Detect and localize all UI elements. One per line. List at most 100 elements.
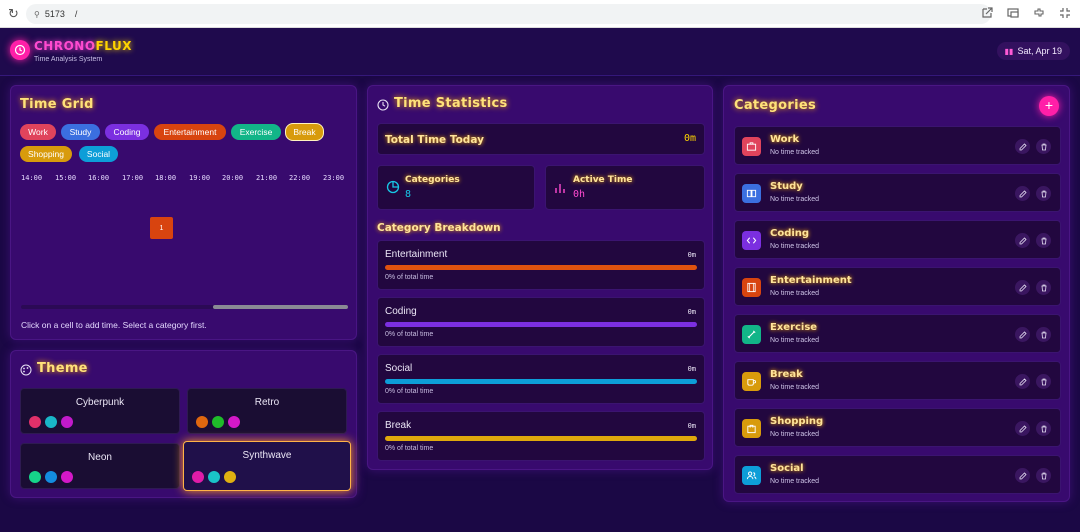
category-name: Break [770, 369, 803, 380]
add-category-button[interactable]: + [1039, 96, 1059, 116]
total-time-value: 0m [683, 133, 696, 144]
color-swatch [196, 416, 208, 428]
trash-icon[interactable] [1036, 186, 1051, 201]
time-statistics-panel: Time Statistics Total Time Today 0m Cate… [367, 85, 713, 470]
theme-option-synthwave[interactable]: Synthwave [183, 441, 351, 491]
category-status: No time tracked [770, 431, 820, 438]
edit-icon[interactable] [1015, 374, 1030, 389]
breakdown-value: 0m [687, 422, 696, 430]
app-title: CHRONOFLUX [34, 39, 132, 53]
edit-icon[interactable] [1015, 139, 1030, 154]
chip-work[interactable]: Work [20, 124, 56, 140]
palette-icon [20, 363, 32, 376]
breakdown-bar [385, 436, 697, 441]
breakdown-item-coding: Coding 0m 0% of total time [377, 297, 705, 347]
theme-option-neon[interactable]: Neon [20, 443, 180, 489]
color-swatch [192, 471, 204, 483]
edit-icon[interactable] [1015, 327, 1030, 342]
scrollbar-thumb[interactable] [213, 305, 348, 309]
extension-icon[interactable] [1032, 6, 1046, 20]
theme-swatches [29, 416, 73, 428]
trash-icon[interactable] [1036, 327, 1051, 342]
statistics-title: Time Statistics [394, 96, 508, 111]
trash-icon[interactable] [1036, 139, 1051, 154]
edit-icon[interactable] [1015, 186, 1030, 201]
trash-icon[interactable] [1036, 374, 1051, 389]
time-grid-cell[interactable]: 1 [150, 217, 173, 239]
horizontal-scrollbar[interactable] [21, 305, 348, 309]
bar-chart-icon [554, 181, 566, 193]
active-time-box: Active Time 0h [545, 165, 705, 210]
chip-entertainment[interactable]: Entertainment [154, 124, 226, 140]
breakdown-percent: 0% of total time [385, 274, 434, 281]
chip-coding[interactable]: Coding [105, 124, 149, 140]
hour-label: 16:00 [88, 174, 110, 182]
edit-icon[interactable] [1015, 280, 1030, 295]
app-subtitle: Time Analysis System [34, 56, 103, 63]
chip-exercise[interactable]: Exercise [231, 124, 281, 140]
date-text: Sat, Apr 19 [1017, 46, 1062, 56]
reload-icon[interactable]: ↻ [8, 6, 22, 21]
app-title-part1: CHRONO [34, 39, 96, 53]
category-row-coding[interactable]: Coding No time tracked [734, 220, 1061, 259]
theme-swatches [196, 416, 240, 428]
breakdown-value: 0m [687, 365, 696, 373]
address-bar[interactable]: ⚲ 5173 / [26, 4, 991, 24]
collapse-icon[interactable] [1058, 6, 1072, 20]
film-icon [742, 278, 761, 297]
category-row-study[interactable]: Study No time tracked [734, 173, 1061, 212]
theme-name: Retro [254, 397, 280, 408]
breakdown-percent: 0% of total time [385, 445, 434, 452]
category-row-break[interactable]: Break No time tracked [734, 361, 1061, 400]
trash-icon[interactable] [1036, 233, 1051, 248]
cast-icon[interactable] [1006, 6, 1020, 20]
edit-icon[interactable] [1015, 421, 1030, 436]
hour-label: 21:00 [256, 174, 278, 182]
chip-study[interactable]: Study [61, 124, 100, 140]
trash-icon[interactable] [1036, 421, 1051, 436]
edit-icon[interactable] [1015, 468, 1030, 483]
app-title-part2: FLUX [95, 39, 132, 53]
category-row-work[interactable]: Work No time tracked [734, 126, 1061, 165]
breakdown-value: 0m [687, 251, 696, 259]
theme-option-retro[interactable]: Retro [187, 388, 347, 434]
chip-social[interactable]: Social [79, 146, 118, 162]
category-row-shopping[interactable]: Shopping No time tracked [734, 408, 1061, 447]
breakdown-name: Break [385, 420, 412, 431]
category-status: No time tracked [770, 384, 820, 391]
hour-label: 20:00 [222, 174, 244, 182]
trash-icon[interactable] [1036, 468, 1051, 483]
color-swatch [228, 416, 240, 428]
color-swatch [45, 416, 57, 428]
breakdown-bar [385, 322, 697, 327]
breakdown-name: Social [385, 363, 413, 374]
category-name: Shopping [770, 416, 824, 427]
site-info-icon[interactable]: ⚲ [34, 10, 40, 19]
shopping-bag-icon [742, 419, 761, 438]
category-row-exercise[interactable]: Exercise No time tracked [734, 314, 1061, 353]
category-row-social[interactable]: Social No time tracked [734, 455, 1061, 494]
theme-name: Synthwave [242, 450, 292, 461]
breakdown-percent: 0% of total time [385, 388, 434, 395]
chip-break[interactable]: Break [285, 123, 324, 141]
hour-label: 14:00 [21, 174, 43, 182]
code-icon [742, 231, 761, 250]
category-name: Study [770, 181, 803, 192]
category-row-entertainment[interactable]: Entertainment No time tracked [734, 267, 1061, 306]
time-grid-panel: Time Grid Work Study Coding Entertainmen… [10, 85, 357, 340]
trash-icon[interactable] [1036, 280, 1051, 295]
categories-title: Categories [734, 98, 817, 113]
browser-toolbar: ↻ ⚲ 5173 / [0, 0, 1080, 28]
theme-swatches [192, 471, 236, 483]
breakdown-item-social: Social 0m 0% of total time [377, 354, 705, 404]
edit-icon[interactable] [1015, 233, 1030, 248]
chip-shopping[interactable]: Shopping [20, 146, 72, 162]
clock-logo-icon [10, 40, 30, 60]
theme-option-cyberpunk[interactable]: Cyberpunk [20, 388, 180, 434]
app-header: CHRONOFLUX Time Analysis System ▮▮ Sat, … [0, 28, 1080, 76]
url-path: / [74, 9, 78, 19]
open-external-icon[interactable] [980, 6, 994, 20]
category-status: No time tracked [770, 337, 820, 344]
date-badge: ▮▮ Sat, Apr 19 [996, 42, 1070, 60]
hour-label: 19:00 [189, 174, 211, 182]
